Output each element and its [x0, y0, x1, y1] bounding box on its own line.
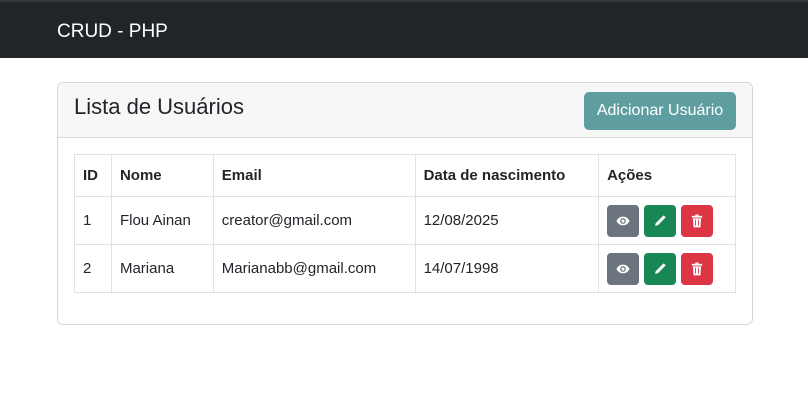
edit-button[interactable]	[644, 252, 677, 285]
table-row: 1 Flou Ainan creator@gmail.com 12/08/202…	[74, 196, 736, 245]
page-title: Lista de Usuários	[74, 94, 244, 119]
cell-nome: Flou Ainan	[110, 196, 214, 245]
users-card: Lista de Usuários Adicionar Usuário ID N…	[57, 82, 753, 325]
row-actions	[607, 252, 727, 285]
edit-button[interactable]	[644, 204, 677, 237]
table-header-row: ID Nome Email Data de nascimento Ações	[74, 154, 736, 197]
cell-email: creator@gmail.com	[212, 196, 416, 245]
delete-button[interactable]	[681, 252, 714, 285]
cell-id: 1	[74, 196, 112, 245]
add-user-button[interactable]: Adicionar Usuário	[584, 92, 736, 130]
pencil-icon	[653, 262, 667, 276]
navbar: CRUD - PHP	[0, 0, 808, 58]
eye-icon	[616, 214, 630, 228]
cell-data: 12/08/2025	[414, 196, 600, 245]
cell-acoes	[598, 244, 736, 293]
cell-nome: Mariana	[110, 244, 214, 293]
trash-icon	[691, 262, 703, 276]
users-table: ID Nome Email Data de nascimento Ações 1…	[74, 154, 736, 293]
cell-email: Marianabb@gmail.com	[212, 244, 416, 293]
header-email: Email	[212, 154, 416, 197]
header-acoes: Ações	[598, 154, 736, 197]
card-header: Lista de Usuários Adicionar Usuário	[58, 83, 752, 138]
delete-button[interactable]	[681, 204, 714, 237]
pencil-icon	[653, 214, 667, 228]
cell-id: 2	[74, 244, 112, 293]
navbar-brand[interactable]: CRUD - PHP	[57, 21, 168, 43]
cell-data: 14/07/1998	[414, 244, 600, 293]
header-id: ID	[74, 154, 112, 197]
trash-icon	[691, 214, 703, 228]
header-nome: Nome	[110, 154, 214, 197]
eye-icon	[616, 262, 630, 276]
header-data-nascimento: Data de nascimento	[414, 154, 600, 197]
view-button[interactable]	[607, 252, 640, 285]
view-button[interactable]	[607, 204, 640, 237]
row-actions	[607, 204, 727, 237]
cell-acoes	[598, 196, 736, 245]
table-row: 2 Mariana Marianabb@gmail.com 14/07/1998	[74, 244, 736, 293]
